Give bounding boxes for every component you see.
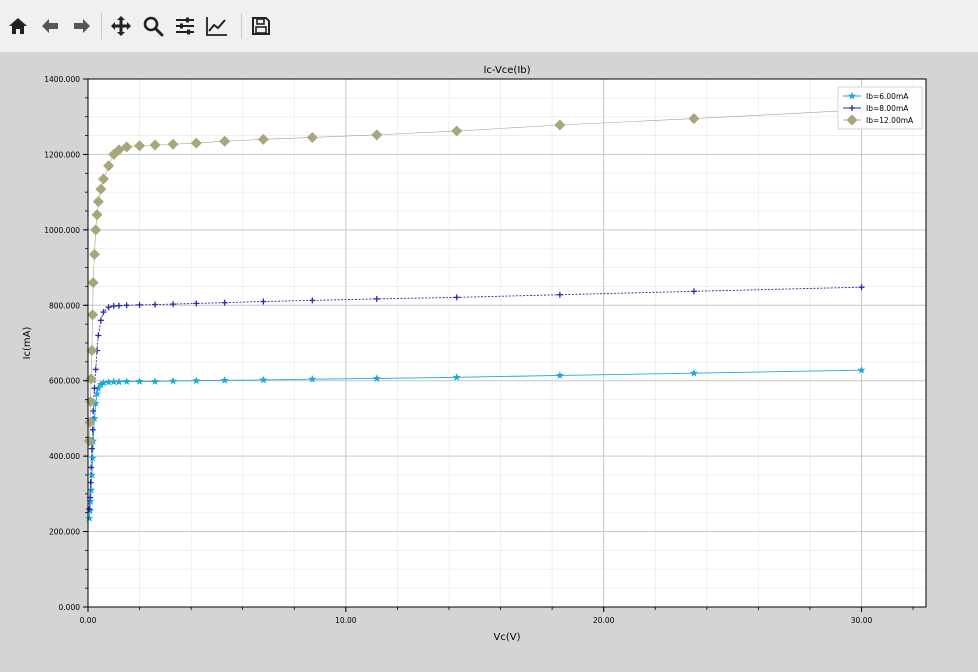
floppy-disk-icon: [252, 17, 270, 35]
x-tick-label: 30.00: [851, 616, 873, 625]
y-axis-label: Ic(mA): [22, 326, 33, 359]
figure-canvas: 0.00 10.00 20.00 30.00 0.000 200.000 400.000 60…: [0, 52, 978, 672]
y-tick-label: 400.000: [49, 452, 80, 461]
move-icon: [111, 16, 131, 36]
y-tick-label: 1000.000: [44, 226, 80, 235]
zoom-button[interactable]: [141, 12, 165, 40]
toolbar-separator: [101, 13, 102, 39]
legend-label: Ib=8.00mA: [866, 104, 909, 113]
navigation-toolbar: [0, 0, 978, 52]
line-chart-icon: [206, 17, 227, 36]
legend[interactable]: Ib=6.00mA Ib=8.00mA Ib=12.00mA: [837, 86, 923, 130]
y-tick-label: 200.000: [49, 528, 80, 537]
arrow-left-icon: [42, 19, 58, 33]
y-tick-label: 1200.000: [44, 150, 80, 159]
chart[interactable]: 0.00 10.00 20.00 30.00 0.000 200.000 400.000 60…: [0, 52, 978, 672]
home-icon: [9, 18, 27, 34]
legend-label: Ib=12.00mA: [866, 116, 914, 125]
y-tick-label: 0.000: [59, 603, 81, 612]
x-axis-label: Vc(V): [494, 632, 521, 643]
arrow-right-icon: [74, 19, 90, 33]
y-tick-label: 1400.000: [44, 75, 80, 84]
y-tick-label: 800.000: [49, 301, 80, 310]
edit-axes-button[interactable]: [205, 12, 229, 40]
legend-label: Ib=6.00mA: [866, 92, 909, 101]
pan-button[interactable]: [109, 12, 133, 40]
x-tick-label: 10.00: [335, 616, 357, 625]
sliders-icon: [176, 17, 194, 35]
chart-title: Ic-Vce(Ib): [483, 65, 530, 76]
home-button[interactable]: [6, 12, 30, 40]
toolbar-separator: [241, 13, 242, 39]
x-tick-label: 20.00: [593, 616, 615, 625]
plot-window: 0.00 10.00 20.00 30.00 0.000 200.000 400.000 60…: [0, 0, 978, 672]
save-button[interactable]: [249, 12, 273, 40]
zoom-icon: [143, 16, 164, 37]
configure-subplots-button[interactable]: [173, 12, 197, 40]
forward-button[interactable]: [70, 12, 94, 40]
back-button[interactable]: [38, 12, 62, 40]
y-tick-label: 600.000: [49, 377, 80, 386]
x-tick-label: 0.00: [80, 616, 97, 625]
